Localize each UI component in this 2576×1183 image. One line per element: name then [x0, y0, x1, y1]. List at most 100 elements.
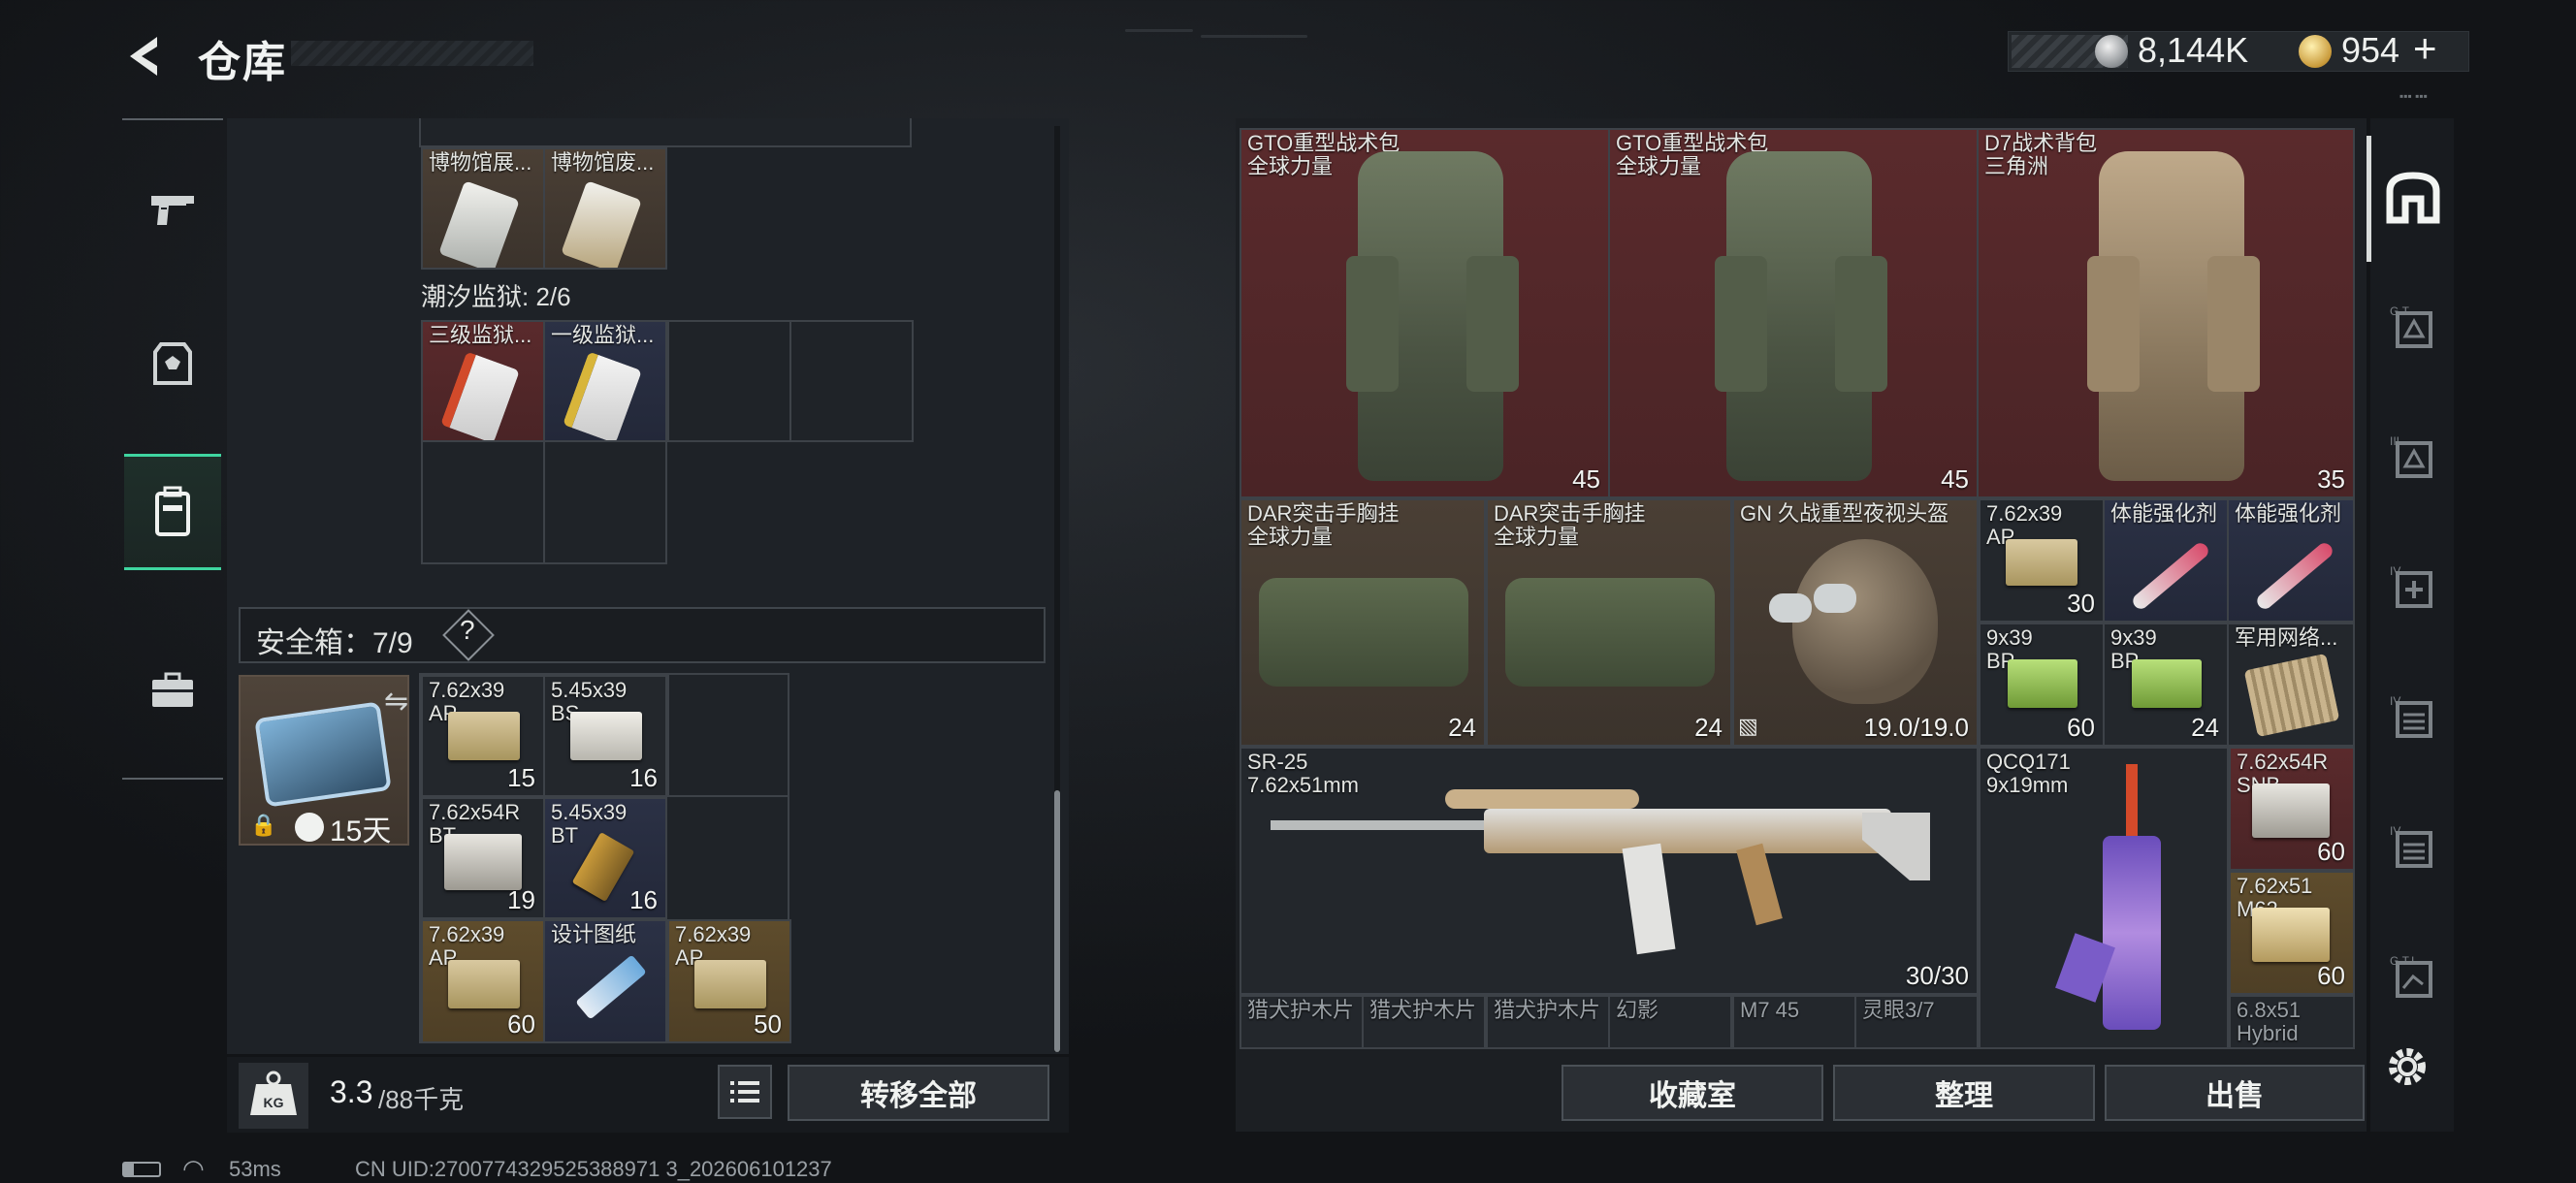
- chest-rig-image: [1259, 578, 1468, 687]
- helmet-image: [1792, 539, 1938, 704]
- ammo-item[interactable]: 9x39 BP 24: [2103, 623, 2229, 747]
- ammo-box-image: [444, 834, 522, 890]
- stash-page-6[interactable]: IV: [2376, 793, 2450, 900]
- left-scroll-thumb[interactable]: [1054, 790, 1060, 1052]
- chest-rig-item-2[interactable]: DAR突击手胸挂 全球力量 24: [1486, 498, 1732, 747]
- blueprint-item[interactable]: 设计图纸: [543, 919, 667, 1043]
- ammo-item[interactable]: 5.45x39 BT 16: [543, 797, 667, 919]
- stash-page-5[interactable]: IV: [2376, 663, 2450, 770]
- safe-box-help[interactable]: ?: [460, 615, 475, 646]
- backpack-side-pouch: [1835, 256, 1887, 392]
- list-view-button[interactable]: [718, 1065, 772, 1119]
- item-label: 猎犬护木片: [1494, 998, 1601, 1022]
- nav-divider: [122, 118, 223, 120]
- version-mark: ▪▪▪ ▪▪▪: [2399, 89, 2428, 103]
- stimulant-item[interactable]: 体能强化剂: [2227, 498, 2355, 623]
- empty-slot[interactable]: [667, 320, 791, 442]
- ammo-box-image: [2006, 539, 2077, 586]
- prison-key-3[interactable]: 三级监狱...: [421, 320, 545, 442]
- stash-page-7[interactable]: G.T.I: [2376, 923, 2450, 1030]
- weight-icon: KG: [239, 1063, 308, 1129]
- stash-page-2[interactable]: G.T.: [2376, 273, 2450, 380]
- smg-barrel: [2126, 764, 2138, 842]
- backpack-side-pouch: [2207, 256, 2260, 392]
- military-network-item[interactable]: 军用网络...: [2227, 623, 2355, 747]
- handguard-item[interactable]: 猎犬护木片: [1486, 995, 1610, 1049]
- item-label: 博物馆展...: [429, 150, 532, 175]
- item-capacity: 24: [1448, 713, 1476, 742]
- nav-gear[interactable]: [124, 306, 221, 423]
- museum-item-1[interactable]: 博物馆展...: [421, 147, 545, 270]
- empty-slot[interactable]: [789, 320, 914, 442]
- item-sublabel: 9x19mm: [1986, 773, 2069, 797]
- back-icon[interactable]: [122, 33, 169, 80]
- ammo-item[interactable]: 7.62x39 AP 30: [1979, 498, 2105, 623]
- item-count: 15: [507, 763, 535, 792]
- helmet-item[interactable]: GN 久战重型夜视头盔 ▧ 19.0/19.0: [1732, 498, 1979, 747]
- item-count: 30: [2067, 589, 2095, 618]
- list-icon: [730, 1081, 759, 1103]
- stash-house-icon: [2386, 172, 2440, 224]
- ammo-item[interactable]: 7.62x39 AP 50: [667, 919, 791, 1043]
- scope-item[interactable]: 灵眼3/7: [1854, 995, 1979, 1049]
- nav-weapons[interactable]: [124, 151, 221, 268]
- ammo-item[interactable]: 7.62x51 M62 60: [2229, 871, 2355, 995]
- ammo-item[interactable]: 7.62x39 AP 60: [421, 919, 545, 1043]
- ammo-item[interactable]: 7.62x54R BT 19: [421, 797, 545, 919]
- empty-slot[interactable]: [421, 440, 545, 564]
- syringe-image: [2130, 540, 2211, 612]
- syringe-image: [2254, 540, 2335, 612]
- item-label: 一级监狱...: [551, 323, 655, 347]
- ammo-box-image: [2252, 908, 2330, 962]
- item-capacity: 24: [1694, 713, 1723, 742]
- empty-slot[interactable]: [667, 673, 789, 797]
- museum-item-2[interactable]: 博物馆废...: [543, 147, 667, 270]
- phantom-item[interactable]: 幻影: [1608, 995, 1732, 1049]
- item-label: GN 久战重型夜视头盔: [1740, 501, 1949, 526]
- nav-backpack[interactable]: [124, 454, 221, 570]
- smg-qcq171[interactable]: QCQ171 9x19mm: [1979, 747, 2229, 1049]
- ammo-box-image: [448, 712, 520, 760]
- item-sublabel: 全球力量: [1247, 154, 1334, 178]
- stash-page-3[interactable]: III: [2376, 403, 2450, 510]
- m7-item[interactable]: M7 45: [1732, 995, 1856, 1049]
- battery-icon: [122, 1162, 161, 1177]
- add-gold-button[interactable]: +: [2413, 25, 2437, 72]
- stash-page-icon: G.T.I: [2390, 954, 2432, 998]
- chest-rig-item-1[interactable]: DAR突击手胸挂 全球力量 24: [1240, 498, 1486, 747]
- nvg-lens: [1769, 593, 1812, 623]
- blueprint-image: [575, 954, 647, 1020]
- rifle-stock: [1862, 813, 1930, 880]
- ammo-item[interactable]: 7.62x39 AP 15: [421, 675, 545, 797]
- handguard-item[interactable]: 猎犬护木片: [1362, 995, 1486, 1049]
- rifle-sr25[interactable]: SR-25 7.62x51mm 30/30: [1240, 747, 1979, 995]
- ammo-item[interactable]: 5.45x39 BS 16: [543, 675, 667, 797]
- ammo-item[interactable]: 9x39 BP 60: [1979, 623, 2105, 747]
- ammo-item[interactable]: 7.62x54R SNB 60: [2229, 747, 2355, 871]
- sell-button[interactable]: 出售: [2105, 1065, 2365, 1121]
- nav-toolbox[interactable]: [124, 632, 221, 749]
- stimulant-item[interactable]: 体能强化剂: [2103, 498, 2229, 623]
- settings-icon[interactable]: [2382, 1041, 2432, 1092]
- bag-item-gto-2[interactable]: GTO重型战术包 全球力量 45: [1608, 128, 1979, 498]
- swap-icon[interactable]: ⇋: [384, 685, 408, 719]
- handguard-item[interactable]: 猎犬护木片: [1240, 995, 1364, 1049]
- item-count: 16: [629, 885, 658, 914]
- armor-icon: [153, 342, 192, 385]
- prison-key-1[interactable]: 一级监狱...: [543, 320, 667, 442]
- sort-button[interactable]: 整理: [1833, 1065, 2095, 1121]
- stash-page-4[interactable]: IV: [2376, 533, 2450, 640]
- ammo-box-image: [694, 960, 766, 1008]
- transfer-all-button[interactable]: 转移全部: [788, 1065, 1049, 1121]
- partial-row: [419, 118, 912, 147]
- item-durability: 19.0/19.0: [1863, 713, 1969, 742]
- empty-slot[interactable]: [543, 440, 667, 564]
- stash-page-main[interactable]: [2376, 144, 2450, 250]
- collection-room-button[interactable]: 收藏室: [1562, 1065, 1823, 1121]
- safe-box-container[interactable]: ⇋ 🔒 15天: [239, 675, 409, 847]
- bag-item-d7[interactable]: D7战术背包 三角洲 35: [1977, 128, 2355, 498]
- backpack-side-pouch: [1466, 256, 1519, 392]
- bag-item-gto-1[interactable]: GTO重型战术包 全球力量 45: [1240, 128, 1610, 498]
- stash-page-icon: III: [2390, 434, 2432, 478]
- ammo-item[interactable]: 6.8x51 Hybrid: [2229, 995, 2355, 1049]
